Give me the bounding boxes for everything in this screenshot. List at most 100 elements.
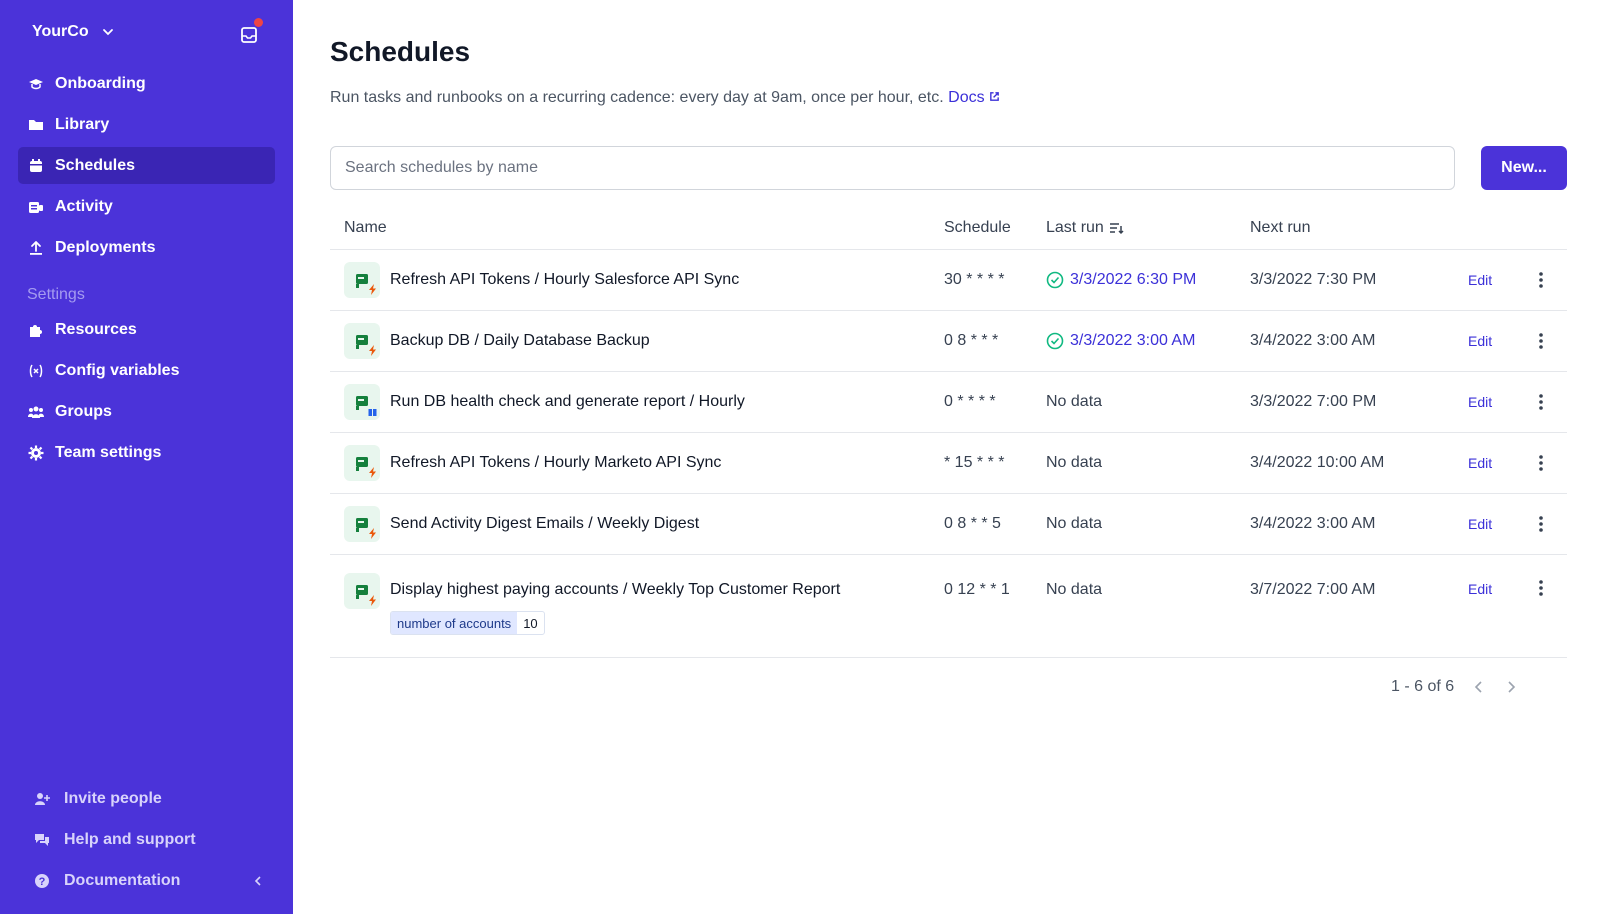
more-vertical-icon <box>1539 516 1543 532</box>
table-row[interactable]: Refresh API Tokens / Hourly Salesforce A… <box>330 250 1567 311</box>
sort-icon[interactable] <box>1108 220 1124 236</box>
invite-people-link[interactable]: Invite people <box>24 780 274 817</box>
more-options-button[interactable] <box>1526 515 1556 533</box>
sidebar-item-config-variables[interactable]: Config variables <box>18 352 275 389</box>
svg-text:?: ? <box>39 876 46 888</box>
task-type-icon <box>344 445 380 481</box>
next-run-value: 3/4/2022 3:00 AM <box>1250 515 1376 532</box>
edit-button[interactable]: Edit <box>1468 455 1526 471</box>
edit-button[interactable]: Edit <box>1468 333 1526 349</box>
sidebar-item-label: Resources <box>55 320 137 338</box>
upload-icon <box>28 240 44 256</box>
schedule-name[interactable]: Refresh API Tokens / Hourly Salesforce A… <box>390 271 739 289</box>
name-column: Run DB health check and generate report … <box>390 393 745 411</box>
name-column: Display highest paying accounts / Weekly… <box>390 573 840 635</box>
table-body: Refresh API Tokens / Hourly Salesforce A… <box>330 250 1567 658</box>
last-run-cell: No data <box>1046 454 1250 472</box>
name-cell: Backup DB / Daily Database Backup <box>330 323 944 359</box>
last-run-value: No data <box>1046 393 1103 410</box>
new-schedule-button[interactable]: New... <box>1481 146 1567 190</box>
next-run-value: 3/7/2022 7:00 AM <box>1250 581 1376 598</box>
last-run-value[interactable]: 3/3/2022 3:00 AM <box>1070 332 1195 350</box>
schedule-name[interactable]: Send Activity Digest Emails / Weekly Dig… <box>390 515 699 533</box>
page-title: Schedules <box>330 36 471 67</box>
more-options-button[interactable] <box>1526 454 1556 472</box>
org-switcher[interactable]: YourCo <box>32 23 115 41</box>
table-row[interactable]: Send Activity Digest Emails / Weekly Dig… <box>330 494 1567 555</box>
sidebar: YourCo Onboarding Library Schedules Acti… <box>0 0 293 914</box>
sidebar-item-schedules[interactable]: Schedules <box>18 147 275 184</box>
table-row[interactable]: Backup DB / Daily Database Backup 0 8 * *… <box>330 311 1567 372</box>
documentation-link[interactable]: ? Documentation <box>24 862 274 899</box>
next-run-value: 3/3/2022 7:00 PM <box>1250 393 1377 410</box>
sidebar-item-label: Onboarding <box>55 74 146 92</box>
more-vertical-icon <box>1539 333 1543 349</box>
sidebar-item-activity[interactable]: Activity <box>18 188 275 225</box>
name-cell: Display highest paying accounts / Weekly… <box>330 573 944 635</box>
schedule-name[interactable]: Refresh API Tokens / Hourly Marketo API … <box>390 454 721 472</box>
sidebar-item-label: Groups <box>55 402 112 420</box>
edit-button[interactable]: Edit <box>1468 272 1526 288</box>
last-run-cell: 3/3/2022 6:30 PM <box>1046 271 1250 289</box>
docs-link[interactable]: Docs <box>948 89 1000 106</box>
success-check-icon <box>1046 271 1064 289</box>
param-key: number of accounts <box>391 612 518 634</box>
page-subtitle: Run tasks and runbooks on a recurring ca… <box>330 89 1000 107</box>
more-options-button[interactable] <box>1526 271 1556 289</box>
sidebar-item-resources[interactable]: Resources <box>18 311 275 348</box>
table-row[interactable]: Run DB health check and generate report … <box>330 372 1567 433</box>
collapse-sidebar-icon[interactable] <box>252 875 264 887</box>
last-run-cell: 3/3/2022 3:00 AM <box>1046 332 1250 350</box>
main-nav: Onboarding Library Schedules Activity De… <box>18 65 275 270</box>
user-plus-icon <box>34 791 50 807</box>
name-cell: Send Activity Digest Emails / Weekly Dig… <box>330 506 944 542</box>
prev-page-icon[interactable] <box>1472 680 1486 694</box>
docs-link-label: Docs <box>948 89 985 106</box>
more-vertical-icon <box>1539 272 1543 288</box>
edit-button[interactable]: Edit <box>1468 573 1526 597</box>
search-input[interactable] <box>330 146 1455 190</box>
bolt-badge-icon <box>369 467 376 478</box>
schedule-name[interactable]: Display highest paying accounts / Weekly… <box>390 581 840 599</box>
help-support-link[interactable]: Help and support <box>24 821 274 858</box>
sidebar-item-team-settings[interactable]: Team settings <box>18 434 275 471</box>
chevron-down-icon <box>102 29 113 36</box>
table-row[interactable]: Refresh API Tokens / Hourly Marketo API … <box>330 433 1567 494</box>
more-options-button[interactable] <box>1526 393 1556 411</box>
next-page-icon[interactable] <box>1504 680 1518 694</box>
edit-button[interactable]: Edit <box>1468 516 1526 532</box>
bolt-badge-icon <box>369 284 376 295</box>
name-column: Send Activity Digest Emails / Weekly Dig… <box>390 515 699 533</box>
table-row[interactable]: Display highest paying accounts / Weekly… <box>330 555 1567 658</box>
header-next-run[interactable]: Next run <box>1250 219 1468 237</box>
settings-nav: Resources Config variables Groups Team s… <box>18 311 275 475</box>
header-last-run[interactable]: Last run <box>1046 219 1250 237</box>
sidebar-item-deployments[interactable]: Deployments <box>18 229 275 266</box>
sidebar-item-groups[interactable]: Groups <box>18 393 275 430</box>
header-schedule[interactable]: Schedule <box>944 219 1046 237</box>
schedule-name[interactable]: Run DB health check and generate report … <box>390 393 745 411</box>
name-cell: Run DB health check and generate report … <box>330 384 944 420</box>
sidebar-item-library[interactable]: Library <box>18 106 275 143</box>
more-vertical-icon <box>1539 455 1543 471</box>
sidebar-item-label: Config variables <box>55 361 180 379</box>
more-options-button[interactable] <box>1526 573 1556 597</box>
last-run-value[interactable]: 3/3/2022 6:30 PM <box>1070 271 1196 289</box>
edit-button[interactable]: Edit <box>1468 394 1526 410</box>
more-options-button[interactable] <box>1526 332 1556 350</box>
table-header: Name Schedule Last run Next run <box>330 207 1567 250</box>
pagination-text: 1 - 6 of 6 <box>1391 678 1455 695</box>
next-run-value: 3/3/2022 7:30 PM <box>1250 271 1377 288</box>
schedule-cron: * 15 * * * <box>944 454 1005 471</box>
schedule-cron: 0 8 * * * <box>944 332 999 349</box>
last-run-cell: No data <box>1046 573 1250 599</box>
bolt-badge-icon <box>369 595 376 606</box>
bolt-badge-icon <box>369 528 376 539</box>
footer-item-label: Documentation <box>64 871 181 889</box>
settings-section-label: Settings <box>27 286 85 303</box>
schedule-name[interactable]: Backup DB / Daily Database Backup <box>390 332 650 350</box>
sidebar-item-onboarding[interactable]: Onboarding <box>18 65 275 102</box>
header-name[interactable]: Name <box>330 219 944 237</box>
schedule-cron: 30 * * * * <box>944 271 1005 288</box>
inbox-icon[interactable] <box>239 18 263 45</box>
